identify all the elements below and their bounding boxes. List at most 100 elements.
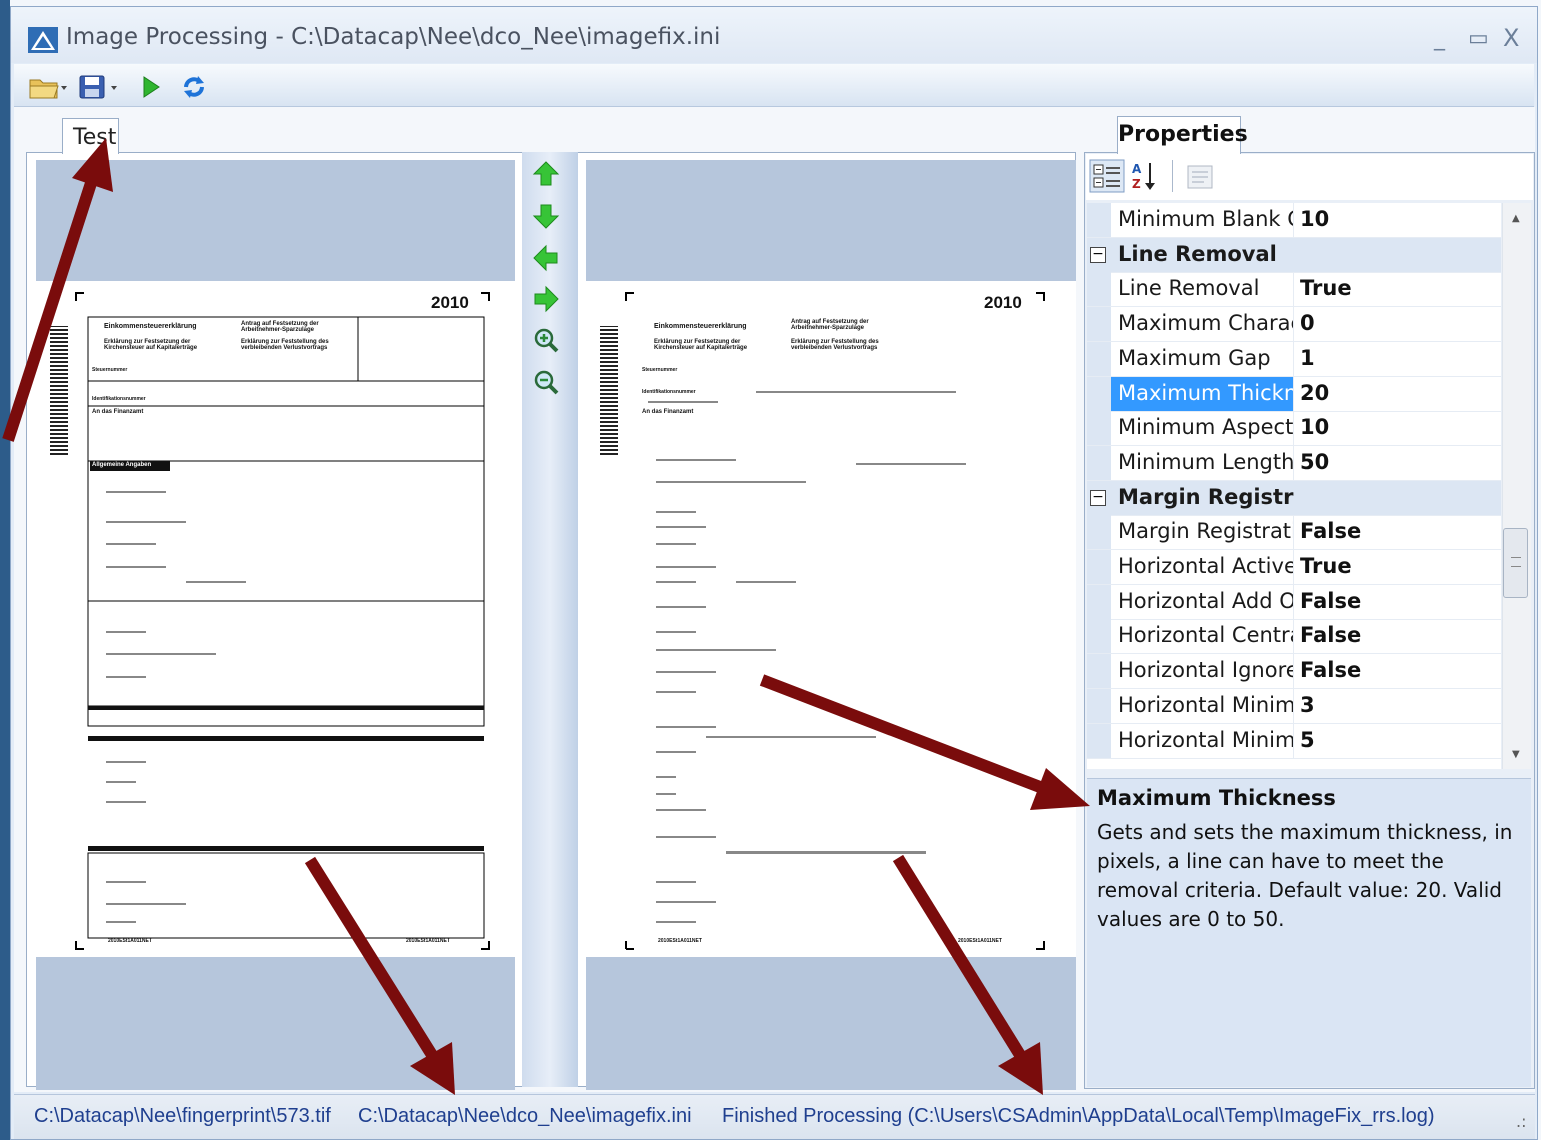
arrow-right-icon[interactable]: [532, 285, 560, 313]
save-button[interactable]: [78, 74, 120, 100]
property-row[interactable]: Margin Registratic False: [1087, 515, 1501, 551]
svg-text:A: A: [1132, 162, 1142, 176]
property-value[interactable]: False: [1293, 515, 1501, 550]
property-name: Margin Registration: [1118, 484, 1294, 509]
property-category[interactable]: − Line Removal: [1087, 237, 1501, 273]
row-gutter: [1087, 411, 1111, 446]
refresh-icon: [184, 76, 204, 98]
collapse-icon[interactable]: −: [1090, 489, 1106, 506]
app-logo-icon: [28, 27, 58, 53]
minimize-button[interactable]: _: [1434, 26, 1445, 51]
sort-alphabetical-icon[interactable]: A Z: [1130, 159, 1160, 193]
property-value[interactable]: 0: [1293, 307, 1501, 342]
property-name: Horizontal Ignore: [1118, 658, 1294, 683]
categorized-view-icon[interactable]: [1089, 159, 1125, 193]
document-heading-3: Erklärung zur Festsetzung der Kirchenste…: [104, 339, 198, 351]
property-value[interactable]: 1: [1293, 341, 1501, 376]
property-name: Horizontal Active: [1118, 554, 1294, 578]
processed-document-heading-2: Antrag auf Festsetzung der Arbeitnehmer-…: [791, 319, 869, 331]
property-value[interactable]: False: [1293, 654, 1501, 689]
status-message: Finished Processing (C:\Users\CSAdmin\Ap…: [722, 1105, 1435, 1127]
row-gutter: [1087, 550, 1111, 584]
scrollbar-thumb[interactable]: [1503, 528, 1528, 598]
properties-toolbar: A Z: [1086, 154, 1533, 200]
property-name: Minimum Blank C: [1118, 207, 1294, 231]
document-field-id: Identifikationsnummer: [92, 396, 146, 402]
document-heading: Einkommensteuererklärung: [104, 323, 197, 330]
property-value[interactable]: True: [1293, 550, 1501, 584]
property-name: Line Removal: [1118, 276, 1260, 301]
property-row[interactable]: Horizontal Add Oı False: [1087, 584, 1501, 620]
collapse-icon[interactable]: −: [1090, 246, 1106, 263]
property-name: Horizontal Minim: [1118, 692, 1294, 717]
property-name: Maximum Charac: [1118, 311, 1294, 336]
document-footer-code: 2010ESt1A011NET: [108, 938, 152, 944]
property-row[interactable]: Horizontal Ignore False: [1087, 654, 1501, 690]
property-value[interactable]: False: [1293, 619, 1501, 654]
tab-properties[interactable]: Properties: [1117, 116, 1248, 154]
close-button[interactable]: X: [1503, 24, 1519, 52]
arrow-up-icon[interactable]: [532, 160, 560, 188]
property-value[interactable]: 5: [1293, 723, 1501, 758]
property-value[interactable]: False: [1293, 584, 1501, 619]
maximize-button[interactable]: ▭: [1468, 26, 1489, 51]
resize-grip-icon[interactable]: .:: [1516, 1112, 1526, 1131]
row-gutter: [1087, 619, 1111, 654]
processed-document-heading-3: Erklärung zur Festsetzung der Kirchenste…: [654, 339, 748, 351]
thumb-grip-icon: [1511, 557, 1521, 567]
property-value[interactable]: 10: [1293, 203, 1501, 237]
processed-document-year: 2010: [984, 293, 1022, 312]
property-value[interactable]: True: [1293, 272, 1501, 307]
property-row-partial[interactable]: [1087, 758, 1501, 769]
property-row[interactable]: Minimum Length 50: [1087, 445, 1501, 481]
property-row[interactable]: Minimum Blank C 10: [1087, 203, 1501, 238]
save-icon: [79, 75, 117, 99]
arrow-left-icon[interactable]: [532, 244, 560, 272]
property-pages-icon[interactable]: [1186, 163, 1214, 191]
description-text: Gets and sets the maximum thickness, in …: [1097, 820, 1513, 931]
property-name: Horizontal Add Oı: [1118, 588, 1294, 613]
tab-test[interactable]: Test: [62, 118, 119, 154]
description-title: Maximum Thickness: [1097, 786, 1336, 810]
property-value[interactable]: 20: [1293, 376, 1501, 411]
row-gutter: [1087, 723, 1111, 758]
toolbar-separator: [1172, 160, 1173, 192]
property-row[interactable]: Maximum Thickn 20: [1087, 376, 1501, 412]
property-category[interactable]: −Margin Registration: [1087, 480, 1501, 516]
property-name: Minimum Aspect: [1118, 415, 1294, 440]
property-row[interactable]: Line Removal True: [1087, 272, 1501, 308]
property-row[interactable]: Horizontal Centra False: [1087, 619, 1501, 655]
property-value[interactable]: 3: [1293, 688, 1501, 723]
property-name: Maximum Thickn: [1111, 376, 1294, 411]
property-name: Line Removal: [1118, 241, 1277, 266]
property-value[interactable]: 10: [1293, 411, 1501, 446]
document-lines: [50, 292, 490, 950]
property-row[interactable]: Maximum Charac 0: [1087, 307, 1501, 343]
property-grid-scrollbar[interactable]: ▲ ▼: [1502, 203, 1531, 769]
refresh-button[interactable]: [182, 74, 206, 100]
scroll-down-icon[interactable]: ▼: [1512, 749, 1520, 760]
zoom-in-icon[interactable]: [532, 326, 560, 354]
open-button[interactable]: [28, 74, 68, 100]
property-name: Horizontal Minim: [1118, 727, 1294, 752]
document-section-general: Allgemeine Angaben: [92, 462, 152, 468]
property-row[interactable]: Horizontal Active True: [1087, 550, 1501, 585]
property-value[interactable]: 50: [1293, 445, 1501, 480]
arrow-down-icon[interactable]: [532, 202, 560, 230]
document-footer-code-2: 2010ESt1A011NET: [406, 938, 450, 944]
property-row[interactable]: Horizontal Minim 5: [1087, 723, 1501, 759]
processed-footer-code-2: 2010ESt1A011NET: [958, 938, 1002, 944]
processed-document-heading-4: Erklärung zur Feststellung des verbleibe…: [791, 339, 879, 351]
processed-field-office: An das Finanzamt: [642, 409, 694, 415]
property-row[interactable]: Minimum Aspect 10: [1087, 411, 1501, 447]
property-grid[interactable]: Minimum Blank C 10− Line Removal Line Remov…: [1087, 203, 1501, 769]
status-image-path: C:\Datacap\Nee\fingerprint\573.tif: [34, 1105, 331, 1127]
zoom-out-icon[interactable]: [532, 368, 560, 396]
document-heading-2: Antrag auf Festsetzung der Arbeitnehmer-…: [241, 321, 319, 333]
property-row[interactable]: Maximum Gap 1: [1087, 341, 1501, 377]
run-button[interactable]: [140, 74, 162, 100]
scroll-up-icon[interactable]: ▲: [1512, 213, 1520, 224]
property-row[interactable]: Horizontal Minim 3: [1087, 688, 1501, 724]
property-name: Horizontal Centra: [1118, 623, 1294, 648]
status-ini-path: C:\Datacap\Nee\dco_Nee\imagefix.ini: [358, 1105, 692, 1127]
